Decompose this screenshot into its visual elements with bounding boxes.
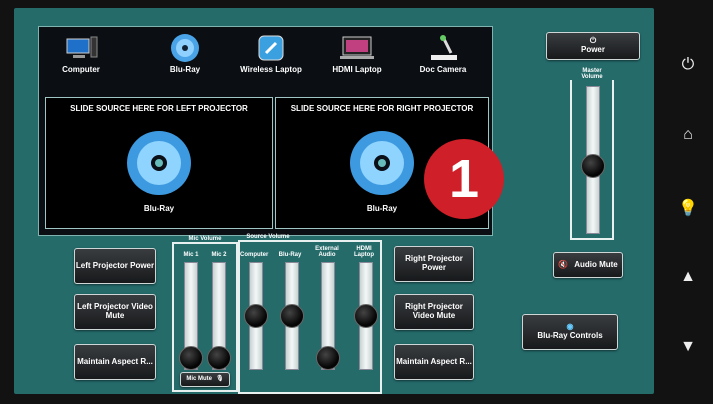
mic-mute-button[interactable]: Mic Mute 🎙 (180, 372, 230, 387)
button-label: Maintain Aspect R... (77, 356, 153, 366)
button-label: Maintain Aspect R... (396, 356, 472, 366)
left-projector-drop-zone[interactable]: SLIDE SOURCE HERE FOR LEFT PROJECTOR Blu… (45, 97, 273, 229)
mic-mute-icon: 🎙 (216, 376, 224, 383)
home-icon[interactable]: ⌂ (676, 126, 700, 144)
source-label: Wireless Laptop (240, 65, 302, 74)
mic-mute-label: Mic Mute (186, 376, 213, 383)
mic-volume-frame (172, 242, 238, 392)
lightbulb-icon[interactable]: 💡 (676, 198, 700, 218)
mic-1-label: Mic 1 (183, 252, 199, 258)
audio-mute-button[interactable]: 🔇 Audio Mute (553, 252, 623, 278)
computer-volume-label: Computer (240, 252, 269, 258)
hdmi-laptop-volume-knob[interactable] (354, 304, 378, 328)
wireless-laptop-icon (251, 33, 291, 63)
source-label: Doc Camera (419, 65, 467, 74)
master-volume-knob[interactable] (581, 154, 605, 178)
bluray-disc-icon (349, 130, 415, 201)
speaker-mute-icon: 🔇 (558, 259, 569, 269)
source-volume-title: Source Volume (246, 234, 290, 240)
source-doc-camera[interactable]: Doc Camera (401, 33, 485, 74)
audio-mute-label: Audio Mute (574, 259, 618, 269)
right-maintain-aspect-button[interactable]: Maintain Aspect R... (394, 344, 474, 380)
left-projector-video-mute-button[interactable]: Left Projector Video Mute (74, 294, 156, 330)
left-projector-power-button[interactable]: Left Projector Power (74, 248, 156, 284)
master-volume-label: Master Volume (581, 68, 603, 80)
bluray-controls-label: Blu-Ray Controls (537, 331, 603, 340)
source-label: HDMI Laptop (332, 65, 382, 74)
left-maintain-aspect-button[interactable]: Maintain Aspect R... (74, 344, 156, 380)
left-drop-source-label: Blu-Ray (143, 204, 175, 213)
source-panel: Computer Blu-Ray Wireless Laptop HDMI La… (38, 26, 493, 236)
mic-2-knob[interactable] (207, 346, 231, 370)
external-audio-volume-knob[interactable] (316, 346, 340, 370)
power-icon[interactable]: ⏻ (676, 56, 700, 74)
right-drop-title: SLIDE SOURCE HERE FOR RIGHT PROJECTOR (290, 104, 474, 113)
source-hdmi-laptop[interactable]: HDMI Laptop (315, 33, 399, 74)
computer-volume-knob[interactable] (244, 304, 268, 328)
source-label: Computer (62, 65, 100, 74)
hdmi-laptop-volume-label: HDMI Laptop (354, 246, 374, 258)
right-projector-video-mute-button[interactable]: Right Projector Video Mute (394, 294, 474, 330)
step-number-badge: 1 (424, 139, 504, 219)
doc-camera-icon (423, 33, 463, 63)
bluray-disc-icon (165, 33, 205, 63)
bluray-controls-button[interactable]: ◉ Blu-Ray Controls (522, 314, 618, 350)
source-wireless-laptop[interactable]: Wireless Laptop (229, 33, 313, 74)
right-projector-power-button[interactable]: Right Projector Power (394, 246, 474, 282)
mic-volume-title: Mic Volume (188, 236, 222, 242)
power-button[interactable]: ⏻ Power (546, 32, 640, 60)
power-label: Power (580, 45, 605, 54)
button-label: Right Projector Power (405, 254, 463, 272)
button-label: Left Projector Power (75, 260, 155, 270)
external-audio-volume-label: External Audio (315, 246, 339, 258)
button-label: Right Projector Video Mute (405, 302, 463, 320)
mic-1-knob[interactable] (179, 346, 203, 370)
source-bluray[interactable]: Blu-Ray (143, 33, 227, 74)
source-label: Blu-Ray (169, 65, 201, 74)
bluray-volume-knob[interactable] (280, 304, 304, 328)
mic-2-label: Mic 2 (211, 252, 227, 258)
down-arrow-icon[interactable]: ▼ (676, 338, 700, 356)
up-arrow-icon[interactable]: ▲ (676, 268, 700, 286)
source-computer[interactable]: Computer (39, 33, 123, 74)
bluray-disc-icon (126, 130, 192, 201)
computer-icon (61, 33, 101, 63)
left-drop-title: SLIDE SOURCE HERE FOR LEFT PROJECTOR (70, 104, 248, 113)
bluray-volume-label: Blu-Ray (278, 252, 302, 258)
button-label: Left Projector Video Mute (77, 302, 153, 320)
hdmi-laptop-icon (337, 33, 377, 63)
